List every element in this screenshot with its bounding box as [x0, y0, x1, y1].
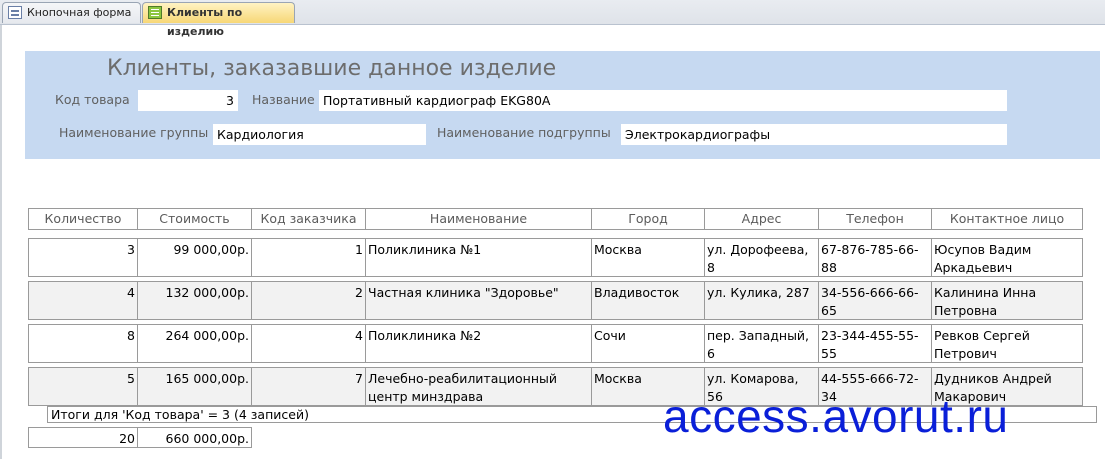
- cell-customer-code: 2: [251, 281, 366, 320]
- cell-customer-name: Поликлиника №1: [365, 238, 592, 277]
- product-code-field[interactable]: 3: [138, 90, 238, 111]
- cell-customer-code: 4: [251, 324, 366, 363]
- cell-address: ул. Дорофеева, 8: [704, 238, 819, 277]
- cell-customer-code: 1: [251, 238, 366, 277]
- cell-city: Москва: [591, 238, 705, 277]
- name-label: Название: [252, 92, 315, 107]
- column-header-cost: Стоимость: [137, 208, 252, 230]
- name-field[interactable]: Портативный кардиограф EKG80A: [319, 90, 1007, 111]
- cell-contact: Ревков Сергей Петрович: [931, 324, 1083, 363]
- cell-cost: 264 000,00р.: [137, 324, 252, 363]
- cell-contact: Калинина Инна Петровна: [931, 281, 1083, 320]
- column-header-customer-code: Код заказчика: [251, 208, 366, 230]
- cell-customer-name: Лечебно-реабилитационный центр минздрава: [365, 367, 592, 406]
- tab-label: Кнопочная форма: [27, 6, 132, 19]
- switchboard-form-icon: [8, 6, 22, 19]
- total-quantity: 20: [28, 427, 138, 448]
- cell-quantity: 3: [28, 238, 138, 277]
- cell-customer-name: Поликлиника №2: [365, 324, 592, 363]
- group-field[interactable]: Кардиология: [213, 124, 426, 145]
- watermark: access.avorut.ru: [663, 390, 1009, 442]
- cell-contact: Юсупов Вадим Аркадьевич: [931, 238, 1083, 277]
- document-tab-bar: Кнопочная форма Клиенты по изделию: [0, 0, 1105, 38]
- cell-city: Сочи: [591, 324, 705, 363]
- cell-customer-name: Частная клиника "Здоровье": [365, 281, 592, 320]
- cell-address: ул. Кулика, 287: [704, 281, 819, 320]
- cell-cost: 165 000,00р.: [137, 367, 252, 406]
- cell-quantity: 8: [28, 324, 138, 363]
- cell-address: пер. Западный, 6: [704, 324, 819, 363]
- cell-city: Владивосток: [591, 281, 705, 320]
- report-title: Клиенты, заказавшие данное изделие: [107, 56, 557, 81]
- product-code-label: Код товара: [55, 92, 130, 107]
- column-header-phone: Телефон: [818, 208, 932, 230]
- left-border: [0, 25, 2, 459]
- cell-phone: 34-556-666-66-65: [818, 281, 932, 320]
- column-header-city: Город: [591, 208, 705, 230]
- cell-quantity: 5: [28, 367, 138, 406]
- cell-cost: 99 000,00р.: [137, 238, 252, 277]
- cell-customer-code: 7: [251, 367, 366, 406]
- total-cost: 660 000,00р.: [137, 427, 252, 448]
- cell-phone: 67-876-785-66-88: [818, 238, 932, 277]
- cell-cost: 132 000,00р.: [137, 281, 252, 320]
- subgroup-field[interactable]: Электрокардиографы: [621, 124, 1007, 145]
- column-header-address: Адрес: [704, 208, 819, 230]
- cell-quantity: 4: [28, 281, 138, 320]
- tab-clients-by-product[interactable]: Клиенты по изделию: [142, 2, 295, 38]
- tab-label: Клиенты по изделию: [167, 6, 243, 38]
- column-header-customer-name: Наименование: [365, 208, 592, 230]
- column-header-quantity: Количество: [28, 208, 138, 230]
- subgroup-label: Наименование подгруппы: [437, 125, 611, 140]
- group-label: Наименование группы: [59, 125, 209, 140]
- column-header-contact: Контактное лицо: [931, 208, 1083, 230]
- tab-switchboard-form[interactable]: Кнопочная форма: [2, 2, 141, 23]
- cell-phone: 23-344-455-55-55: [818, 324, 932, 363]
- report-icon: [148, 6, 162, 19]
